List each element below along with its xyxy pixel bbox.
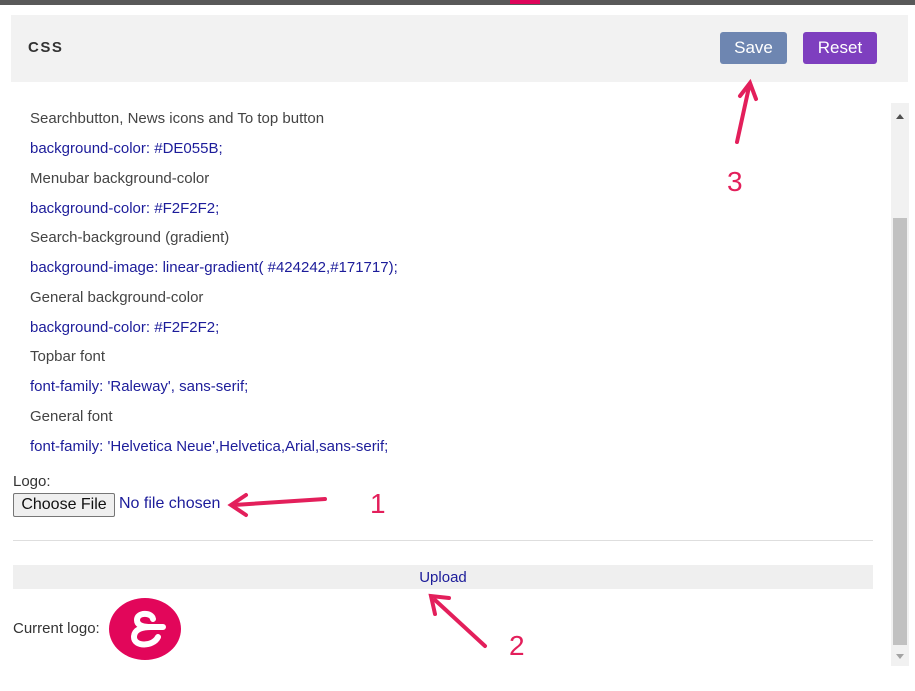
- annotation-arrows: [227, 78, 758, 648]
- arrow-to-choose-file: [232, 497, 327, 507]
- annotation-1: 1: [370, 488, 386, 519]
- annotation-3: 3: [727, 166, 743, 197]
- annotation-2: 2: [509, 630, 525, 661]
- arrow-to-upload: [433, 598, 487, 648]
